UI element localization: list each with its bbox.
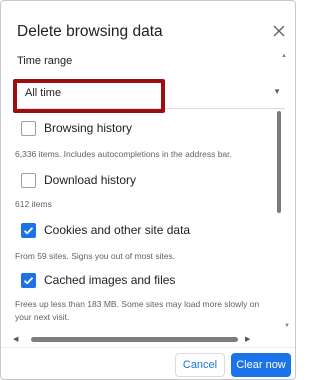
cookies-checkbox[interactable] [21, 223, 36, 238]
close-icon[interactable] [271, 23, 287, 39]
checkmark-icon [23, 227, 34, 235]
cached-images-label: Cached images and files [44, 273, 176, 287]
scroll-left-arrow-icon[interactable]: ◀ [13, 335, 18, 343]
browsing-history-label: Browsing history [44, 121, 133, 135]
browsing-history-checkbox[interactable] [21, 121, 36, 136]
cached-images-checkbox[interactable] [21, 273, 36, 288]
cancel-button[interactable]: Cancel [175, 353, 225, 377]
cookies-description: From 59 sites. Signs you out of most sit… [15, 251, 176, 261]
scroll-right-arrow-icon[interactable]: ▶ [245, 335, 250, 343]
delete-browsing-data-dialog: Delete browsing data Time range All time… [0, 0, 296, 380]
clear-now-button[interactable]: Clear now [231, 353, 291, 377]
time-range-select[interactable]: All time ▼ [17, 79, 285, 109]
download-history-label: Download history [44, 173, 137, 187]
options-scroll-area[interactable]: Time range All time ▼ Browsing history 6… [1, 47, 295, 337]
cookies-label: Cookies and other site data [44, 223, 191, 237]
horizontal-scrollbar-thumb[interactable] [31, 337, 238, 342]
scroll-down-arrow-icon[interactable]: ▼ [284, 323, 290, 329]
chevron-down-icon: ▼ [273, 87, 281, 96]
download-history-checkbox[interactable] [21, 173, 36, 188]
browsing-history-description: 6,336 items. Includes autocompletions in… [15, 149, 232, 159]
checkmark-icon [23, 277, 34, 285]
footer-divider [1, 347, 295, 348]
vertical-scrollbar-thumb[interactable] [277, 111, 281, 213]
dialog-title: Delete browsing data [17, 23, 163, 40]
download-history-description: 612 items [15, 199, 52, 209]
time-range-label: Time range [17, 55, 73, 67]
cached-images-description: Frees up less than 183 MB. Some sites ma… [15, 299, 260, 322]
scroll-up-arrow-icon[interactable]: ▲ [281, 53, 287, 59]
time-range-value: All time [25, 87, 62, 99]
